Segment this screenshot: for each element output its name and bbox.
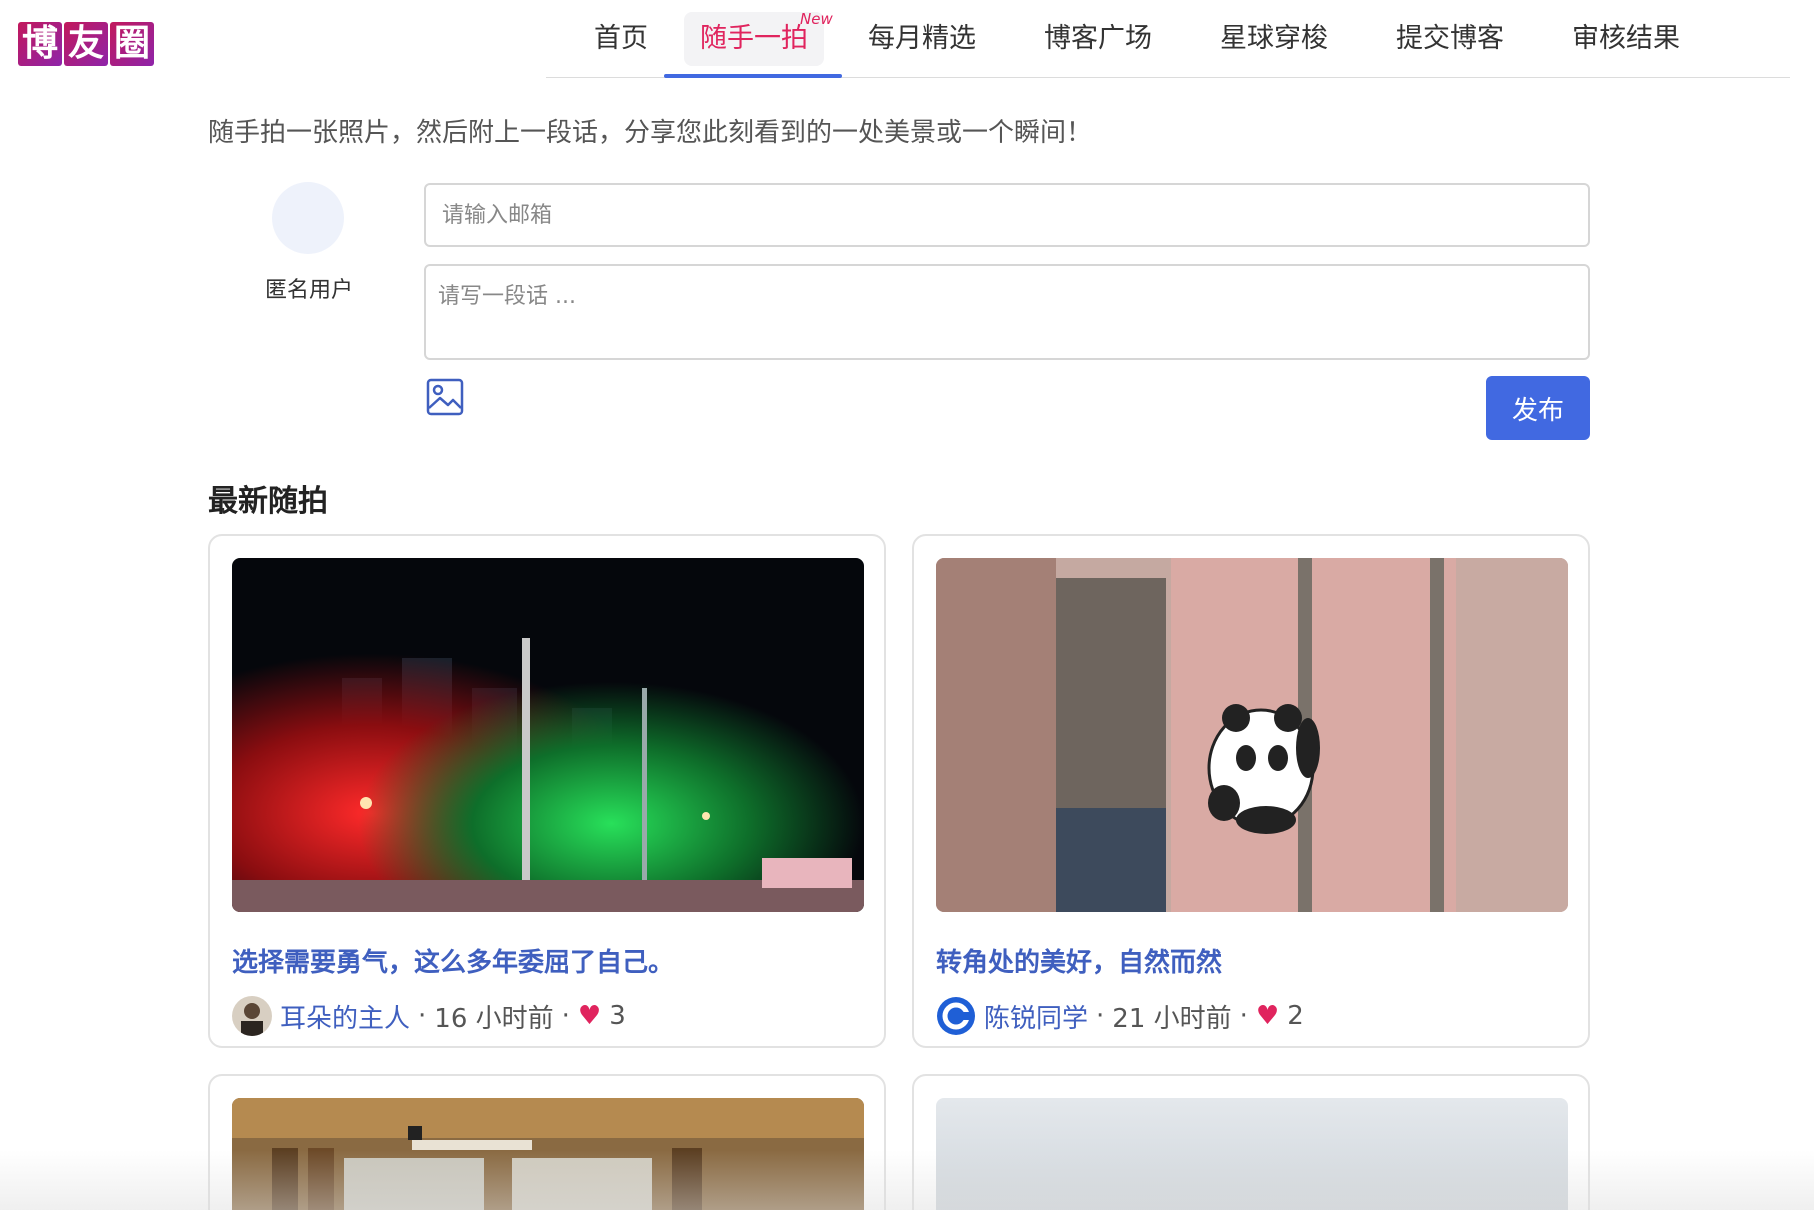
separator: · <box>1239 1001 1248 1031</box>
post-title[interactable]: 选择需要勇气，这么多年委屈了自己。 <box>232 942 674 979</box>
publish-button[interactable]: 发布 <box>1486 376 1590 440</box>
nav-item-home[interactable]: 首页 <box>566 12 676 66</box>
anonymous-user-name: 匿名用户 <box>264 278 353 303</box>
intro-text: 随手拍一张照片，然后附上一段话，分享您此刻看到的一处美景或一个瞬间！ <box>208 118 1093 148</box>
separator: · <box>561 1001 570 1031</box>
nav-item-submit-blog[interactable]: 提交博客 <box>1390 12 1510 66</box>
post-photo[interactable] <box>232 1098 864 1210</box>
author-name[interactable]: 耳朵的主人 <box>280 998 410 1035</box>
logo-char: 博 <box>18 22 62 66</box>
site-logo[interactable]: 博 友 圈 <box>18 22 154 66</box>
post-time: 21 小时前 <box>1112 1003 1232 1034</box>
post-card[interactable] <box>912 1074 1590 1210</box>
nav-item-blog-square[interactable]: 博客广场 <box>1038 12 1158 66</box>
heart-icon[interactable]: ♥ <box>578 1001 601 1031</box>
image-upload-icon[interactable] <box>426 378 464 416</box>
avatar <box>272 182 344 254</box>
post-title[interactable]: 转角处的美好，自然而然 <box>936 942 1222 979</box>
post-card[interactable] <box>208 1074 886 1210</box>
separator: · <box>1096 1001 1105 1031</box>
author-avatar[interactable] <box>232 996 272 1036</box>
post-time: 16 小时前 <box>434 1003 554 1034</box>
logo-char: 圈 <box>110 22 154 66</box>
post-meta: 耳朵的主人 · 16 小时前 · ♥ 3 <box>232 994 626 1038</box>
nav-item-monthly-picks[interactable]: 每月精选 <box>862 12 982 66</box>
post-photo[interactable] <box>232 558 864 912</box>
post-card[interactable]: 选择需要勇气，这么多年委屈了自己。 耳朵的主人 · 16 小时前 · ♥ 3 <box>208 534 886 1048</box>
email-input[interactable] <box>424 183 1590 247</box>
author-avatar[interactable] <box>936 996 976 1036</box>
section-title: 最新随拍 <box>208 484 328 519</box>
new-badge: New <box>800 10 833 28</box>
post-text-input[interactable] <box>424 264 1590 360</box>
heart-icon[interactable]: ♥ <box>1256 1001 1279 1031</box>
nav-item-planet-shuttle[interactable]: 星球穿梭 <box>1214 12 1334 66</box>
post-photo[interactable] <box>936 1098 1568 1210</box>
post-meta: 陈锐同学 · 21 小时前 · ♥ 2 <box>936 994 1304 1038</box>
active-tab-indicator <box>664 74 842 78</box>
post-photo[interactable] <box>936 558 1568 912</box>
like-count: 2 <box>1287 1001 1304 1031</box>
author-name[interactable]: 陈锐同学 <box>984 998 1088 1035</box>
post-card[interactable]: 转角处的美好，自然而然 陈锐同学 · 21 小时前 · ♥ 2 <box>912 534 1590 1048</box>
separator: · <box>418 1001 427 1031</box>
main-nav: 首页 随手一拍 New 每月精选 博客广场 星球穿梭 提交博客 审核结果 <box>546 0 1790 78</box>
like-count: 3 <box>609 1001 626 1031</box>
nav-item-review-results[interactable]: 审核结果 <box>1566 12 1686 66</box>
logo-char: 友 <box>64 22 108 66</box>
